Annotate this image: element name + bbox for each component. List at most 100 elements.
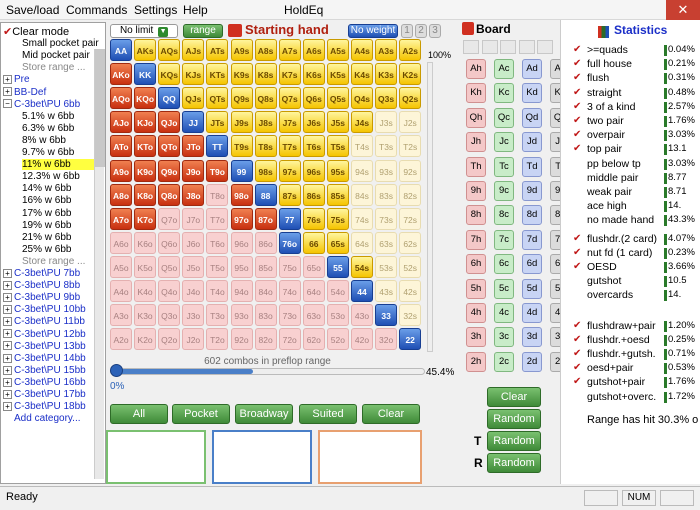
hand-cell-97s[interactable]: 97s	[278, 159, 301, 182]
check-icon[interactable]: ✔	[573, 100, 581, 114]
board-card-Qc[interactable]: Qc	[494, 107, 514, 128]
range-slider[interactable]	[110, 368, 425, 375]
tree-item[interactable]: 5.1% w 6bb	[3, 111, 74, 123]
board-card-5h[interactable]: 5h	[466, 278, 486, 299]
board-card-8h[interactable]: 8h	[466, 205, 486, 226]
board-card-7c[interactable]: 7c	[494, 229, 514, 250]
hand-cell-J2o[interactable]: J2o	[182, 328, 205, 351]
hand-cell-99[interactable]: 99	[230, 159, 253, 182]
hand-cell-75o[interactable]: 75o	[278, 255, 301, 278]
board-card-Td[interactable]: Td	[522, 156, 542, 177]
tree-item[interactable]: 6.3% w 6bb	[3, 123, 74, 135]
board-card-4h[interactable]: 4h	[466, 303, 486, 323]
hand-cell-QTs[interactable]: QTs	[206, 87, 229, 110]
hand-cell-A5o[interactable]: A5o	[110, 255, 132, 278]
hand-cell-82s[interactable]: 82s	[399, 183, 422, 206]
hand-cell-22[interactable]: 22	[399, 328, 422, 351]
board-card-3d[interactable]: 3d	[522, 327, 542, 348]
hand-cell-A8s[interactable]: A8s	[254, 39, 277, 61]
hand-cell-T4o[interactable]: T4o	[206, 280, 229, 302]
expand-icon[interactable]: +	[3, 293, 12, 303]
hand-cell-KK[interactable]: KK	[134, 63, 157, 86]
stat-row[interactable]: overcards 14.	[561, 288, 700, 302]
board-card-Ah[interactable]: Ah	[466, 59, 486, 79]
board-card-2d[interactable]: 2d	[522, 351, 542, 372]
hand-cell-A4s[interactable]: A4s	[351, 39, 373, 61]
tree-item[interactable]: 14% w 6bb	[3, 183, 71, 195]
hand-cell-83s[interactable]: 83s	[375, 183, 398, 206]
hand-cell-85s[interactable]: 85s	[326, 183, 349, 206]
page-button-3[interactable]: 3	[429, 24, 441, 38]
hand-cell-ATo[interactable]: ATo	[110, 135, 132, 158]
hand-cell-32o[interactable]: 32o	[375, 328, 398, 351]
stat-row[interactable]: weak pair 8.71	[561, 185, 700, 199]
hand-cell-Q3s[interactable]: Q3s	[375, 87, 398, 110]
stat-row[interactable]: ✔ flushdr.+gutsh. 0.71%	[561, 347, 700, 361]
board-card-Qh[interactable]: Qh	[466, 107, 486, 128]
board-card-Th[interactable]: Th	[466, 156, 486, 177]
board-card-Jc[interactable]: Jc	[494, 132, 514, 153]
hand-cell-J9o[interactable]: J9o	[182, 159, 205, 182]
hand-cell-53o[interactable]: 53o	[326, 304, 349, 327]
board-card-Ad[interactable]: Ad	[522, 59, 542, 79]
hand-cell-87o[interactable]: 87o	[254, 207, 277, 230]
hand-cell-Q7s[interactable]: Q7s	[278, 87, 301, 110]
select-pocket-button[interactable]: Pocket	[172, 404, 230, 424]
check-icon[interactable]: ✔	[573, 246, 581, 260]
hand-cell-AKs[interactable]: AKs	[134, 39, 157, 61]
board-slot[interactable]	[463, 40, 479, 54]
tree-item[interactable]: 8% w 6bb	[3, 135, 66, 147]
hand-cell-T2o[interactable]: T2o	[206, 328, 229, 351]
hand-cell-ATs[interactable]: ATs	[206, 39, 229, 61]
hand-cell-63o[interactable]: 63o	[302, 304, 325, 327]
hand-cell-K8o[interactable]: K8o	[134, 183, 157, 206]
expand-icon[interactable]: +	[3, 268, 12, 278]
check-icon[interactable]: ✔	[573, 43, 581, 57]
check-icon[interactable]: ✔	[573, 319, 581, 333]
clear-mode-toggle[interactable]: ✔Clear mode	[3, 26, 69, 38]
stat-row[interactable]: ✔ oesd+pair 0.53%	[561, 361, 700, 375]
river-random-button[interactable]: Random	[487, 453, 541, 473]
stat-row[interactable]: ✔ nut fd (1 card) 0.23%	[561, 246, 700, 260]
hand-cell-Q4s[interactable]: Q4s	[351, 87, 373, 110]
expand-icon[interactable]: +	[3, 280, 12, 290]
turn-random-button[interactable]: Random	[487, 431, 541, 451]
hand-cell-43s[interactable]: 43s	[375, 280, 398, 302]
hand-cell-J8o[interactable]: J8o	[182, 183, 205, 206]
expand-icon[interactable]: +	[3, 365, 12, 375]
tree-item[interactable]: 9.7% w 6bb	[3, 147, 74, 159]
expand-icon[interactable]: +	[3, 329, 12, 339]
hand-cell-86o[interactable]: 86o	[254, 231, 277, 254]
hand-cell-T3o[interactable]: T3o	[206, 304, 229, 327]
hand-cell-K3s[interactable]: K3s	[375, 63, 398, 86]
hand-cell-53s[interactable]: 53s	[375, 255, 398, 278]
sidebar-scrollbar[interactable]	[94, 49, 105, 479]
hand-cell-Q4o[interactable]: Q4o	[158, 280, 181, 302]
hand-cell-AQo[interactable]: AQo	[110, 87, 132, 110]
range-button[interactable]: range	[183, 24, 223, 38]
select-all-button[interactable]: All	[110, 404, 168, 424]
hand-cell-K8s[interactable]: K8s	[254, 63, 277, 86]
board-card-Kc[interactable]: Kc	[494, 83, 514, 104]
tree-group[interactable]: + C-3bet\PU 11bb	[3, 316, 85, 328]
hand-cell-J3s[interactable]: J3s	[375, 111, 398, 134]
hand-cell-AA[interactable]: AA	[110, 39, 132, 61]
menu-save-load[interactable]: Save/load	[6, 3, 59, 17]
stat-row[interactable]: gutshot+overc. 1.72%	[561, 390, 700, 404]
board-slot[interactable]	[481, 40, 498, 54]
check-icon[interactable]: ✔	[573, 71, 581, 85]
hand-cell-63s[interactable]: 63s	[375, 231, 398, 254]
tree-group[interactable]: + C-3bet\PU 17bb	[3, 389, 86, 401]
hand-cell-T9s[interactable]: T9s	[230, 135, 253, 158]
hand-cell-T5o[interactable]: T5o	[206, 255, 229, 278]
hand-cell-J7o[interactable]: J7o	[182, 207, 205, 230]
hand-cell-75s[interactable]: 75s	[326, 207, 349, 230]
stat-row[interactable]: middle pair 8.77	[561, 171, 700, 185]
hand-cell-A6s[interactable]: A6s	[302, 39, 325, 61]
board-random-button[interactable]: Random	[487, 409, 541, 429]
tree-item[interactable]: 19% w 6bb	[3, 220, 71, 232]
board-card-3c[interactable]: 3c	[494, 327, 514, 348]
tree-group[interactable]: + C-3bet\PU 8bb	[3, 280, 80, 292]
check-icon[interactable]: ✔	[573, 114, 581, 128]
collapse-icon[interactable]: −	[3, 99, 12, 109]
